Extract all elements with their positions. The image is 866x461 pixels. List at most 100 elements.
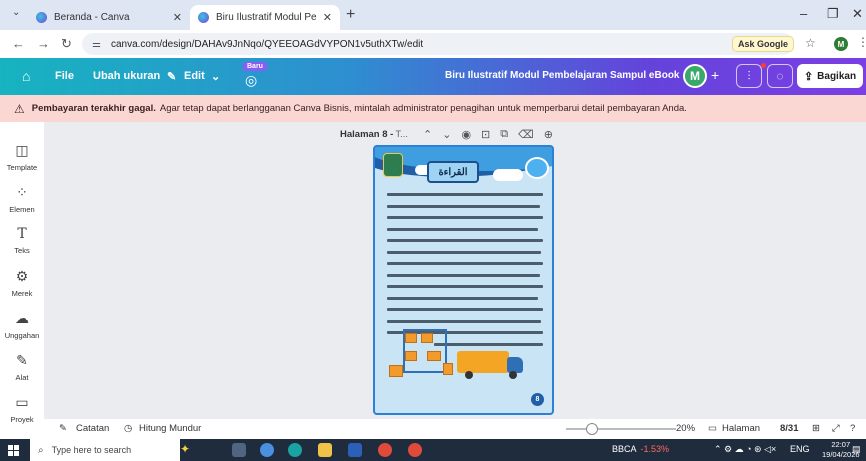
notes-icon[interactable]: ✎ — [59, 423, 67, 434]
edge-browser-icon[interactable] — [288, 443, 302, 457]
new-badge: Baru — [243, 62, 267, 71]
windows-start-icon[interactable] — [8, 445, 19, 456]
minimize-icon[interactable]: – — [800, 6, 807, 21]
hide-page-icon[interactable]: ◉ — [461, 128, 471, 141]
magic-icon[interactable]: ◎ — [245, 72, 257, 89]
grid-view-icon[interactable]: ⊞ — [812, 423, 820, 434]
pages-button[interactable]: Halaman — [722, 423, 760, 434]
notes-button[interactable]: Catatan — [76, 423, 109, 434]
zoom-slider[interactable] — [566, 423, 676, 435]
url-text: canva.com/design/DAHAv9JnNqo/QYEEOAGdVYP… — [110, 38, 424, 50]
template-icon: ◫ — [15, 142, 29, 158]
warehouse-illustration — [387, 325, 537, 385]
rail-label: Merek — [11, 289, 33, 298]
page-heading-arabic: القراءة — [427, 161, 479, 183]
search-icon: ⌕ — [38, 444, 44, 456]
notification-dot — [761, 63, 766, 68]
banner-bold-text: Pembayaran terakhir gagal. — [31, 103, 156, 114]
sparkle-icon[interactable]: ✦ — [180, 442, 190, 456]
rail-item-template[interactable]: ◫ Template — [0, 142, 44, 172]
zoom-slider-knob[interactable] — [586, 423, 598, 435]
chrome-icon[interactable] — [378, 443, 392, 457]
rail-item-brand[interactable]: ⚙ Merek — [0, 268, 44, 298]
rail-item-text[interactable]: T Teks — [0, 226, 44, 255]
add-page-icon[interactable]: ⊕ — [544, 128, 553, 141]
word-icon[interactable] — [348, 443, 362, 457]
rail-item-tools[interactable]: ✎ Alat — [0, 352, 44, 382]
rail-label: Template — [6, 163, 38, 172]
page-name[interactable]: T... — [395, 129, 408, 140]
document-title[interactable]: Biru Ilustratif Modul Pembelajaran Sampu… — [445, 70, 680, 81]
task-view-icon[interactable] — [232, 443, 246, 457]
page-down-icon[interactable]: ⌄ — [442, 128, 451, 141]
windows-taskbar: ⌕ Type here to search ✦ BBCA -1.53% ⌃ ⚙ ☁… — [0, 439, 866, 461]
edit-menu[interactable]: Edit — [184, 70, 205, 82]
rail-item-projects[interactable]: ▭ Proyek — [0, 394, 44, 424]
upload-share-icon: ⇪ — [803, 70, 814, 83]
delete-page-icon[interactable]: ⌫ — [518, 128, 534, 141]
edit-pencil-icon[interactable]: ✎ — [167, 70, 176, 83]
close-tab-icon[interactable]: ✕ — [323, 11, 332, 24]
canva-favicon-icon — [198, 12, 209, 23]
new-tab-icon[interactable]: + — [346, 6, 355, 24]
resize-menu[interactable]: Ubah ukuran — [93, 70, 160, 82]
design-page[interactable]: القراءة 8 — [373, 145, 554, 415]
taskbar-search[interactable]: ⌕ Type here to search — [30, 439, 180, 461]
url-field[interactable]: ⚌ canva.com/design/DAHAv9JnNqo/QYEEOAGdV… — [82, 33, 794, 55]
home-icon[interactable]: ⌂ — [22, 68, 30, 84]
close-tab-icon[interactable]: ✕ — [173, 11, 182, 24]
duplicate-page-icon[interactable]: ⧉ — [500, 128, 508, 141]
canva-favicon-icon — [36, 12, 47, 23]
back-icon[interactable]: ← — [12, 36, 25, 51]
page-label[interactable]: Halaman 8 - — [340, 129, 393, 140]
browser-menu-icon[interactable]: ⋮ — [857, 35, 866, 49]
tab-active-design[interactable]: Biru Ilustratif Modul Pembelajar ✕ — [190, 5, 340, 30]
maximize-icon[interactable]: ❐ — [827, 6, 839, 22]
browser-tab-strip: ⌄ Beranda - Canva ✕ Biru Ilustratif Modu… — [0, 0, 866, 30]
school-emblem-logo — [383, 153, 403, 177]
tab-search-chevron-icon[interactable]: ⌄ — [12, 7, 20, 18]
timer-icon[interactable]: ◷ — [124, 423, 132, 434]
insights-chart-icon[interactable]: ⫶ — [736, 64, 762, 88]
comments-icon[interactable]: ◌ — [767, 64, 793, 88]
stock-ticker[interactable]: BBCA -1.53% — [612, 444, 669, 454]
elements-icon: ⁘ — [16, 184, 28, 200]
add-collaborator-icon[interactable]: + — [711, 67, 719, 83]
warning-icon: ⚠ — [14, 101, 25, 116]
app-icon[interactable] — [260, 443, 274, 457]
stock-name: BBCA — [612, 444, 637, 454]
profile-avatar[interactable]: M — [834, 37, 848, 51]
page-up-icon[interactable]: ⌃ — [423, 128, 432, 141]
share-label: Bagikan — [817, 70, 857, 82]
file-menu[interactable]: File — [55, 70, 74, 82]
share-button[interactable]: ⇪ Bagikan — [797, 64, 863, 88]
system-tray-icon[interactable]: ⌃ ⚙ ☁ ◔ ⊛ ◁× — [714, 444, 776, 455]
rail-item-elements[interactable]: ⁘ Elemen — [0, 184, 44, 214]
editor-bottom-bar: ✎ Catatan ◷ Hitung Mundur 20% ▭ Halaman … — [44, 419, 866, 439]
banner-text: Agar tetap dapat berlangganan Canva Bisn… — [159, 103, 687, 114]
close-window-icon[interactable]: ✕ — [852, 6, 863, 22]
fullscreen-icon[interactable]: ⤢ — [832, 423, 840, 434]
file-explorer-icon[interactable] — [318, 443, 332, 457]
forward-icon[interactable]: → — [37, 36, 50, 51]
notification-center-icon[interactable]: ▤ — [852, 444, 861, 455]
zoom-level[interactable]: 20% — [676, 423, 695, 434]
ask-google-button[interactable]: Ask Google — [732, 36, 795, 52]
chevron-down-icon[interactable]: ⌄ — [211, 70, 220, 83]
reload-icon[interactable]: ↻ — [61, 36, 72, 52]
site-info-icon[interactable]: ⚌ — [92, 39, 101, 50]
tab-beranda[interactable]: Beranda - Canva ✕ — [28, 5, 190, 30]
bookmark-star-icon[interactable]: ☆ — [805, 36, 816, 50]
chrome-icon[interactable] — [408, 443, 422, 457]
language-indicator[interactable]: ENG — [790, 444, 810, 454]
cloud-decoration — [493, 169, 523, 181]
upload-icon: ☁ — [15, 310, 29, 326]
timer-button[interactable]: Hitung Mundur — [139, 423, 201, 434]
rail-item-uploads[interactable]: ☁ Unggahan — [0, 310, 44, 340]
pen-icon: ✎ — [16, 352, 28, 368]
help-icon[interactable]: ? — [850, 423, 855, 434]
lock-icon[interactable]: ⊡ — [481, 128, 490, 141]
collaborator-avatar[interactable]: M — [683, 64, 707, 88]
canva-top-bar: ⌂ File Ubah ukuran ✎ Edit ⌄ Baru ◎ Biru … — [0, 58, 866, 95]
pages-icon[interactable]: ▭ — [708, 423, 717, 434]
